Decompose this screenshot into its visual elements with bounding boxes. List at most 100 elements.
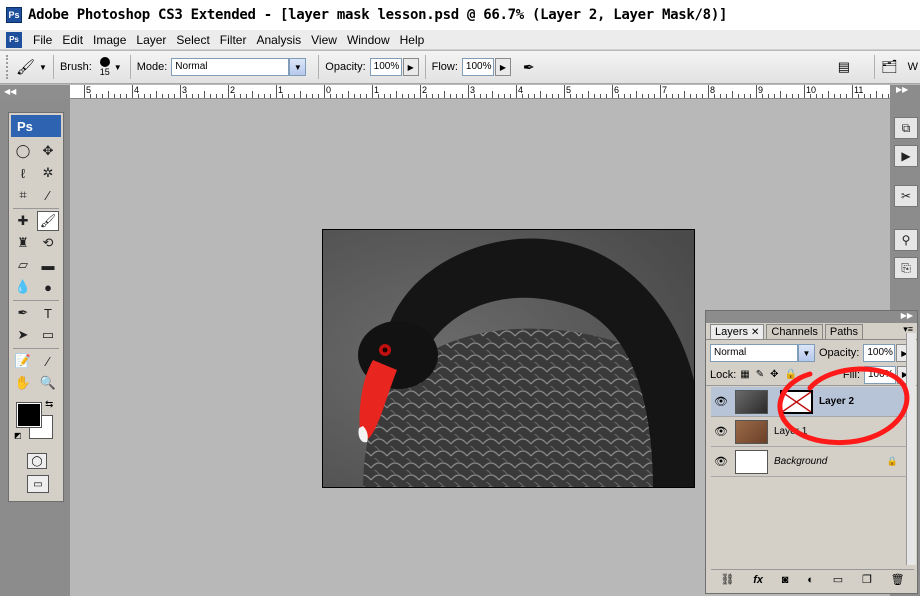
- horizontal-ruler[interactable]: 5 4 3 2 1 0 1 2 3 4 5 6 7 8 9 10 11: [70, 85, 890, 99]
- layer-thumbnail[interactable]: [735, 389, 768, 414]
- lock-pixels-icon[interactable]: ✎: [756, 369, 764, 380]
- eye-icon[interactable]: 👁: [713, 394, 729, 410]
- new-group-icon[interactable]: ▭: [833, 573, 843, 586]
- collapse-icon[interactable]: ◀◀: [4, 87, 16, 96]
- lock-all-icon[interactable]: 🔒: [785, 369, 797, 380]
- left-dock-header[interactable]: ◀◀: [0, 85, 70, 99]
- layers-scrollbar[interactable]: [906, 333, 916, 565]
- eraser-tool-icon[interactable]: ▱: [12, 255, 34, 275]
- crop-tool-icon[interactable]: ⌗: [12, 185, 34, 205]
- lasso-tool-icon[interactable]: ℓ: [12, 163, 34, 183]
- link-layers-icon[interactable]: ⛓: [720, 573, 734, 586]
- blend-mode-select[interactable]: Normal ▼: [710, 344, 815, 362]
- navigator-panel-icon[interactable]: ⧉: [894, 117, 918, 139]
- notes-tool-icon[interactable]: 📝: [12, 351, 34, 371]
- layer-name[interactable]: Background: [774, 456, 827, 467]
- add-mask-icon[interactable]: ◙: [782, 574, 789, 586]
- layer-opacity-input[interactable]: 100%: [863, 344, 896, 362]
- menu-file[interactable]: File: [28, 33, 57, 47]
- close-icon[interactable]: ✕: [751, 327, 759, 338]
- brush-tool-preset-icon[interactable]: 🖌: [16, 58, 35, 76]
- swap-colors-icon[interactable]: ⇆: [45, 399, 53, 410]
- tool-presets-icon[interactable]: ✂: [894, 185, 918, 207]
- layer-row-background[interactable]: 👁 Background 🔒: [711, 447, 914, 477]
- gradient-tool-icon[interactable]: ▬: [37, 255, 59, 275]
- menu-layer[interactable]: Layer: [131, 33, 171, 47]
- menu-select[interactable]: Select: [171, 33, 214, 47]
- eye-icon[interactable]: 👁: [713, 424, 729, 440]
- document-canvas[interactable]: [322, 229, 695, 488]
- brush-picker[interactable]: 15: [99, 57, 110, 77]
- flow-input[interactable]: 100%: [461, 58, 494, 76]
- collapse-icon[interactable]: ▶▶: [901, 311, 913, 320]
- screen-mode-icon[interactable]: ▭: [27, 475, 49, 493]
- tab-channels[interactable]: Channels: [766, 324, 823, 339]
- menu-help[interactable]: Help: [395, 33, 430, 47]
- menu-image[interactable]: Image: [88, 33, 131, 47]
- menu-edit[interactable]: Edit: [57, 33, 88, 47]
- layer-style-icon[interactable]: fx: [753, 574, 763, 586]
- opacity-input[interactable]: 100%: [369, 58, 402, 76]
- foreground-color-swatch[interactable]: [16, 402, 42, 428]
- tab-paths[interactable]: Paths: [824, 324, 864, 339]
- chevron-down-icon[interactable]: ▼: [114, 63, 122, 72]
- brush-tool-icon[interactable]: 🖌: [37, 211, 59, 231]
- chevron-down-icon[interactable]: ▼: [39, 63, 47, 72]
- photoshop-app-icon[interactable]: Ps: [6, 7, 22, 23]
- layer-name[interactable]: Layer 1: [774, 426, 807, 437]
- tab-layers[interactable]: Layers ✕: [710, 324, 765, 339]
- layers-panel-header[interactable]: ▶▶: [706, 311, 917, 323]
- eye-icon[interactable]: 👁: [713, 454, 729, 470]
- layer-thumbnail[interactable]: [735, 449, 768, 474]
- layer-row-layer-1[interactable]: 👁 Layer 1: [711, 417, 914, 447]
- lock-transparency-icon[interactable]: ▦: [740, 369, 749, 380]
- palette-well-icon[interactable]: ▤: [838, 59, 850, 75]
- options-bar-grip[interactable]: [6, 55, 12, 79]
- zoom-tool-icon[interactable]: 🔍: [37, 373, 59, 393]
- slice-tool-icon[interactable]: ⁄: [37, 185, 59, 205]
- move-tool-icon[interactable]: ✥: [37, 141, 59, 161]
- menu-filter[interactable]: Filter: [215, 33, 252, 47]
- menu-analysis[interactable]: Analysis: [251, 33, 306, 47]
- magic-wand-tool-icon[interactable]: ✲: [37, 163, 59, 183]
- workspace-button[interactable]: W: [908, 61, 918, 73]
- eyedropper-tool-icon[interactable]: ⁄: [37, 351, 59, 371]
- actions-panel-icon[interactable]: ▶: [894, 145, 918, 167]
- collapse-icon[interactable]: ▶▶: [896, 85, 908, 94]
- marquee-tool-icon[interactable]: ◯: [12, 141, 34, 161]
- fill-input[interactable]: 100%: [864, 365, 896, 384]
- flow-slider-button[interactable]: ▶: [494, 58, 511, 76]
- layer-row-layer-2[interactable]: 👁 Layer 2: [711, 387, 914, 417]
- blend-opacity-row: Normal ▼ Opacity: 100% ▶: [706, 342, 917, 364]
- lock-position-icon[interactable]: ✥: [770, 369, 778, 380]
- menu-view[interactable]: View: [306, 33, 342, 47]
- history-brush-tool-icon[interactable]: ⟲: [37, 233, 59, 253]
- menu-window[interactable]: Window: [342, 33, 395, 47]
- default-colors-icon[interactable]: ◩: [14, 431, 22, 440]
- chevron-down-icon[interactable]: ▼: [798, 344, 815, 362]
- mode-select[interactable]: Normal ▼: [171, 58, 307, 76]
- pen-tool-icon[interactable]: ✒: [12, 303, 34, 323]
- path-selection-tool-icon[interactable]: ➤: [12, 325, 34, 345]
- clone-stamp-tool-icon[interactable]: ♜: [12, 233, 34, 253]
- adjustment-layer-icon[interactable]: ◐: [807, 574, 814, 586]
- bridge-icon[interactable]: 🗂: [881, 59, 898, 75]
- document-icon[interactable]: Ps: [6, 31, 22, 48]
- clone-source-icon[interactable]: ⎘: [894, 257, 918, 279]
- airbrush-icon[interactable]: ✒: [523, 59, 535, 76]
- type-tool-icon[interactable]: T: [37, 303, 59, 323]
- chevron-down-icon[interactable]: ▼: [289, 58, 307, 76]
- layer-name[interactable]: Layer 2: [819, 396, 854, 407]
- brushes-panel-icon[interactable]: ⚲: [894, 229, 918, 251]
- quick-mask-icon[interactable]: ◯: [27, 453, 47, 469]
- opacity-slider-button[interactable]: ▶: [402, 58, 419, 76]
- dodge-tool-icon[interactable]: ●: [37, 277, 59, 297]
- rectangle-tool-icon[interactable]: ▭: [37, 325, 59, 345]
- delete-layer-icon[interactable]: 🗑: [891, 573, 905, 586]
- blur-tool-icon[interactable]: 💧: [12, 277, 34, 297]
- layer-mask-thumbnail[interactable]: [780, 389, 813, 414]
- new-layer-icon[interactable]: ❐: [862, 573, 872, 586]
- layer-thumbnail[interactable]: [735, 419, 768, 444]
- healing-brush-tool-icon[interactable]: ✚: [12, 211, 34, 231]
- hand-tool-icon[interactable]: ✋: [12, 373, 34, 393]
